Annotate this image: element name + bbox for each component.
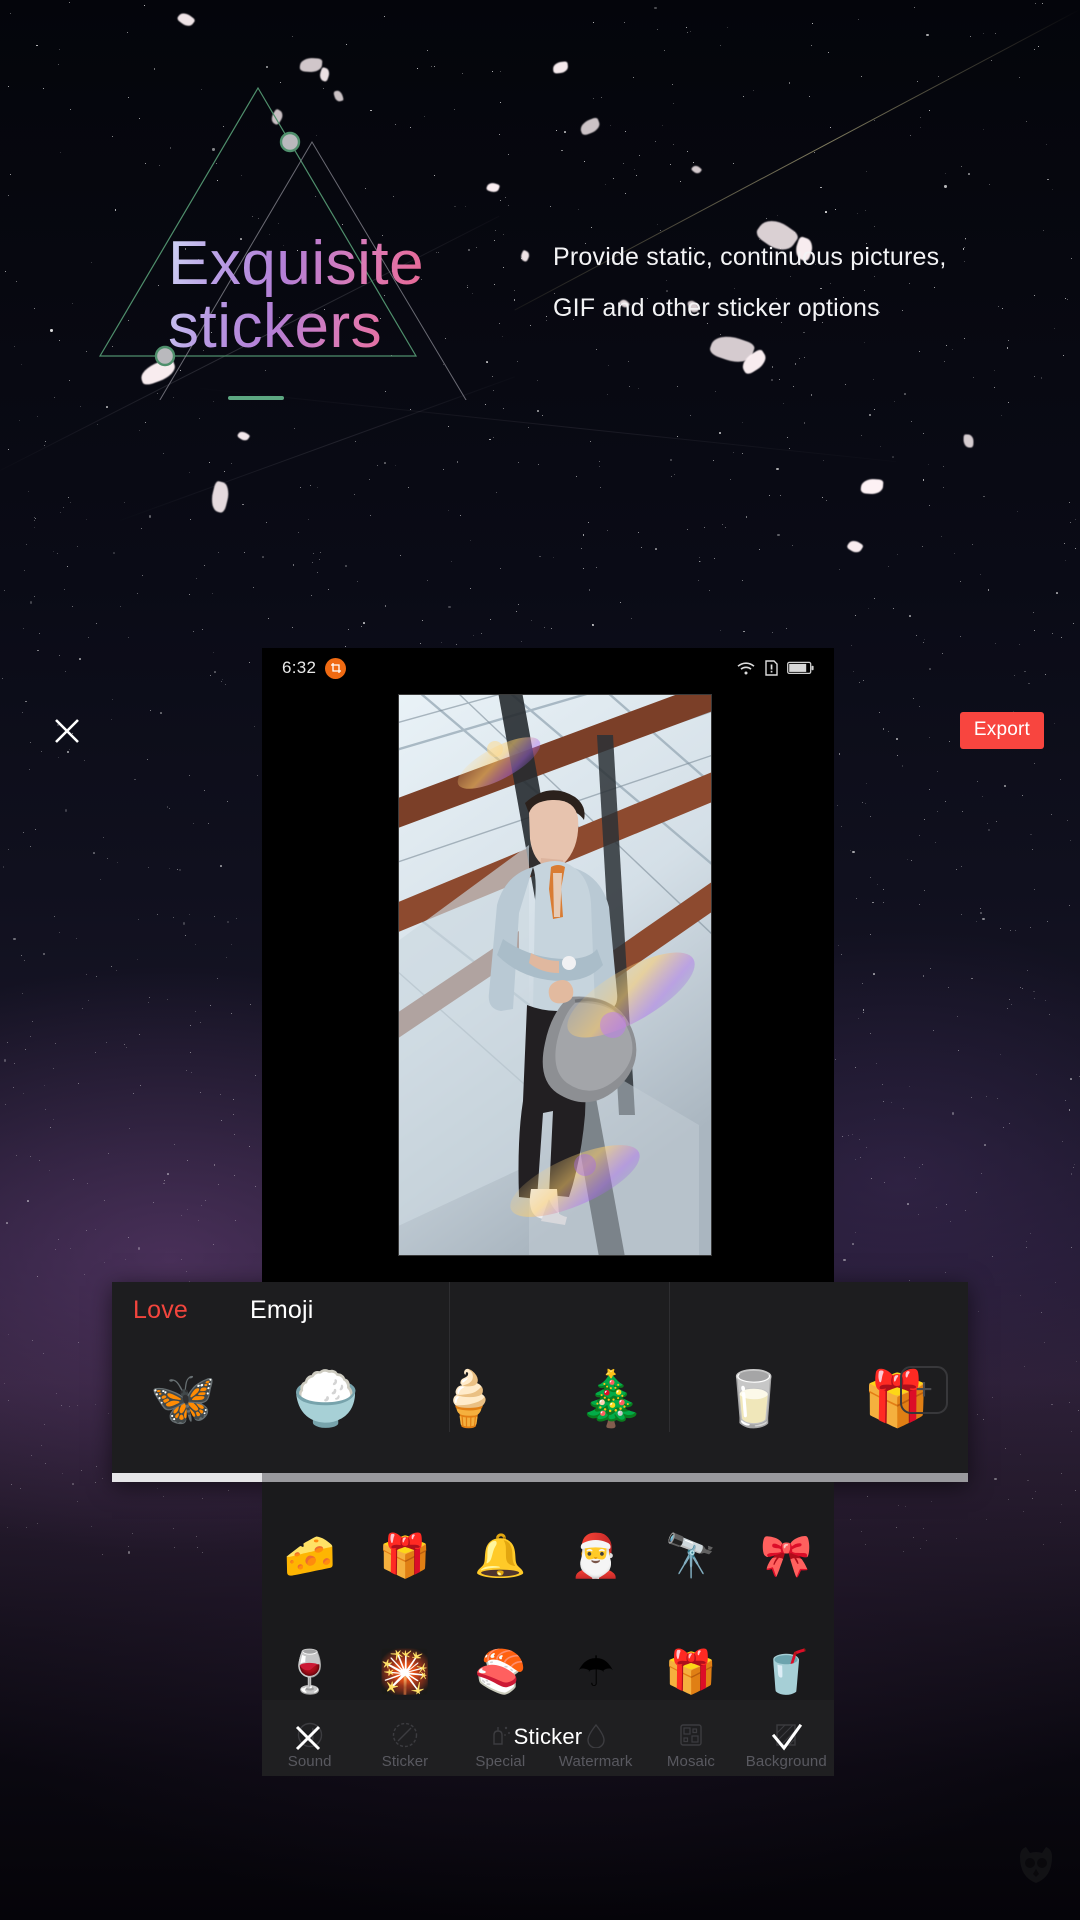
toolbar-label-special: Special xyxy=(475,1753,526,1770)
umbrella-emoji[interactable]: ☂ xyxy=(548,1651,643,1693)
close-icon[interactable] xyxy=(48,712,86,750)
binoculars-emoji[interactable]: 🔭 xyxy=(643,1535,738,1577)
toolbar-item-mosaic[interactable]: Mosaic xyxy=(643,1720,738,1776)
sticker-icon xyxy=(357,1720,452,1750)
wifi-icon xyxy=(737,661,755,674)
sticker-category-panel[interactable]: Love Emoji 🦋 🍚 🍦 🎄 🥛 🎁 + xyxy=(112,1282,968,1482)
panel-scrollbar[interactable] xyxy=(112,1473,968,1482)
status-bar: 6:32 xyxy=(262,648,834,688)
panel-scrollbar-thumb[interactable] xyxy=(112,1473,262,1482)
owl-logo-watermark xyxy=(1010,1841,1062,1898)
gift-pink-emoji[interactable]: 🎀 xyxy=(739,1535,834,1577)
toolbar-item-sticker[interactable]: Sticker xyxy=(357,1720,452,1776)
hero-title-line-1: Exquisite xyxy=(168,229,425,298)
milk-carton-sticker[interactable]: 🥛 xyxy=(683,1372,826,1426)
editor-toolbar[interactable]: Sound Sticker Special Watermark Mosaic B… xyxy=(262,1700,834,1776)
battery-icon xyxy=(787,661,814,675)
toolbar-label-watermark: Watermark xyxy=(558,1753,633,1770)
cancel-button[interactable] xyxy=(292,1722,324,1759)
mosaic-grid-icon xyxy=(643,1720,738,1750)
gift-teal-emoji[interactable]: 🎁 xyxy=(357,1535,452,1577)
photo-illustration xyxy=(399,695,711,1255)
wine-emoji[interactable]: 🍷 xyxy=(262,1651,357,1693)
crop-icon xyxy=(325,657,347,679)
hero-description: Provide static, continuous pictures, GIF… xyxy=(553,243,947,322)
status-bar-indicators xyxy=(736,660,814,676)
emoji-grid[interactable]: 🧀 🎁 🔔 🎅 🔭 🎀 🍷 🎇 🍣 ☂ 🎁 🥤 xyxy=(262,1482,834,1724)
ice-cream-sticker[interactable]: 🍦 xyxy=(397,1372,540,1426)
sticker-row[interactable]: 🦋 🍚 🍦 🎄 🥛 🎁 xyxy=(112,1340,968,1458)
tab-emoji[interactable]: Emoji xyxy=(250,1296,314,1325)
cheese-emoji[interactable]: 🧀 xyxy=(262,1535,357,1577)
droplet-icon xyxy=(548,1720,643,1750)
sushi-emoji[interactable]: 🍣 xyxy=(453,1651,548,1693)
cocktail-emoji[interactable]: 🥤 xyxy=(739,1651,834,1693)
status-bar-time: 6:32 xyxy=(282,658,317,677)
sim-alert-icon xyxy=(765,660,778,676)
bell-emoji[interactable]: 🔔 xyxy=(453,1535,548,1577)
magic-spray-icon xyxy=(453,1720,548,1750)
sticker-tabs[interactable]: Love Emoji xyxy=(112,1282,314,1338)
butterfly-sticker[interactable]: 🦋 xyxy=(112,1372,255,1426)
photo-preview[interactable] xyxy=(398,694,712,1256)
page-title: Exquisite stickers xyxy=(168,232,588,358)
sparkler-emoji[interactable]: 🎇 xyxy=(357,1651,452,1693)
hero-title-line-2: stickers xyxy=(168,292,383,362)
rice-bowl-sticker[interactable]: 🍚 xyxy=(255,1372,398,1426)
gift-gold-emoji[interactable]: 🎁 xyxy=(643,1651,738,1693)
add-sticker-button[interactable]: + xyxy=(900,1366,948,1414)
toolbar-item-watermark[interactable]: Watermark xyxy=(548,1720,643,1776)
toolbar-item-special[interactable]: Special xyxy=(453,1720,548,1776)
title-underline-rule xyxy=(228,396,284,400)
confirm-button[interactable] xyxy=(770,1722,804,1759)
emoji-grid-row: 🧀 🎁 🔔 🎅 🔭 🎀 xyxy=(262,1516,834,1596)
toolbar-label-sticker: Sticker xyxy=(381,1753,429,1770)
toolbar-label-mosaic: Mosaic xyxy=(666,1753,716,1770)
export-button[interactable]: Export xyxy=(959,712,1044,749)
tab-love[interactable]: Love xyxy=(133,1296,188,1325)
hero-section: Exquisite stickers Provide static, contin… xyxy=(0,0,1080,560)
wreath-sticker[interactable]: 🎄 xyxy=(540,1372,683,1426)
santa-emoji[interactable]: 🎅 xyxy=(548,1535,643,1577)
